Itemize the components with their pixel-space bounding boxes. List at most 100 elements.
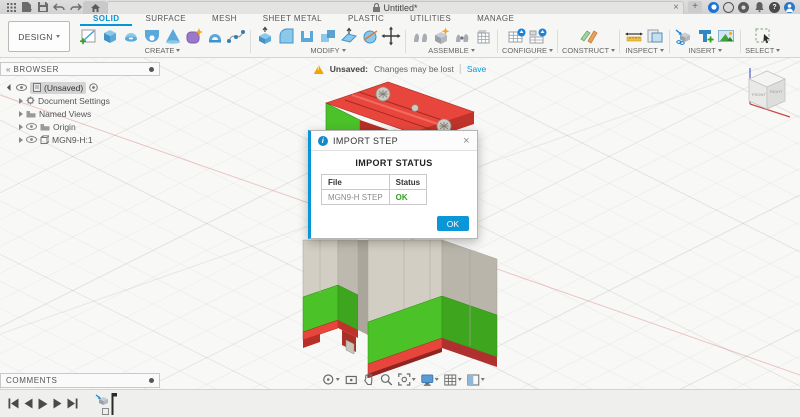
loft-icon[interactable] [163, 26, 183, 46]
press-pull-icon[interactable] [255, 26, 275, 46]
timeline-go-to-start-button[interactable] [8, 398, 19, 409]
tab-sheet-metal[interactable]: SHEET METAL [250, 14, 335, 26]
canvas-image-icon[interactable] [716, 26, 736, 46]
tab-solid[interactable]: SOLID [80, 14, 133, 26]
insert-derive-icon[interactable] [674, 26, 694, 46]
close-document-tab-icon[interactable]: × [673, 2, 679, 14]
import-status-heading: IMPORT STATUS [355, 158, 433, 168]
group-label-assemble[interactable]: ASSEMBLE [428, 46, 475, 57]
joint-icon[interactable] [410, 26, 430, 46]
notification-center-icon[interactable] [738, 1, 749, 13]
insert-mesh-icon[interactable] [695, 26, 715, 46]
tree-item-root[interactable]: (Unsaved) [6, 81, 160, 94]
group-label-inspect[interactable]: INSPECT [625, 46, 664, 57]
view-cube[interactable]: FRONT RIGHT [740, 62, 794, 120]
new-component-icon[interactable] [431, 26, 451, 46]
eye-icon[interactable] [16, 84, 27, 91]
timeline-play-button[interactable] [38, 398, 48, 410]
new-document-tab-button[interactable]: + [688, 1, 702, 13]
timeline-position-marker[interactable] [109, 392, 117, 415]
configure-features-icon[interactable] [528, 26, 548, 46]
expander-icon[interactable] [19, 110, 23, 117]
section-analysis-icon[interactable] [645, 26, 665, 46]
extensions-icon[interactable] [723, 1, 734, 13]
panel-options-icon[interactable] [149, 378, 154, 383]
tab-utilities[interactable]: UTILITIES [397, 14, 464, 26]
group-label-select[interactable]: SELECT [745, 46, 781, 57]
app-grid-icon[interactable] [3, 1, 19, 13]
move-copy-icon[interactable] [381, 26, 401, 46]
look-at-tool[interactable] [345, 373, 358, 386]
group-label-insert[interactable]: INSERT [688, 46, 722, 57]
browser-header[interactable]: «BROWSER [0, 62, 160, 76]
collapse-panel-icon[interactable]: « [6, 65, 11, 74]
select-icon[interactable] [753, 26, 773, 46]
file-menu-icon[interactable] [19, 1, 35, 13]
thicken-icon[interactable] [205, 26, 225, 46]
revolve-icon[interactable] [121, 26, 141, 46]
job-status-icon[interactable] [708, 1, 719, 13]
rigid-group-icon[interactable] [473, 26, 493, 46]
measure-icon[interactable] [624, 26, 644, 46]
tab-surface[interactable]: SURFACE [132, 14, 199, 26]
fillet-icon[interactable] [276, 26, 296, 46]
panel-options-icon[interactable] [149, 66, 154, 72]
eye-icon[interactable] [26, 136, 37, 143]
tree-item-document-settings[interactable]: Document Settings [8, 94, 160, 107]
save-link[interactable]: Save [467, 64, 486, 74]
expander-icon[interactable] [19, 123, 23, 130]
timeline-step-back-button[interactable] [24, 398, 33, 409]
tree-item-mgn9h[interactable]: MGN9-H:1 [8, 133, 160, 146]
user-avatar[interactable] [784, 1, 795, 13]
as-built-joint-icon[interactable] [452, 26, 472, 46]
create-form-icon[interactable] [184, 26, 204, 46]
tab-mesh[interactable]: MESH [199, 14, 250, 26]
extrude-icon[interactable] [100, 26, 120, 46]
create-sketch-icon[interactable] [79, 26, 99, 46]
timeline-go-to-end-button[interactable] [67, 398, 78, 409]
split-body-icon[interactable] [360, 26, 380, 46]
group-label-create[interactable]: CREATE [145, 46, 181, 57]
save-icon[interactable] [35, 1, 51, 13]
eye-icon[interactable] [26, 123, 37, 130]
zoom-tool[interactable] [380, 373, 393, 386]
combine-icon[interactable] [318, 26, 338, 46]
tree-item-named-views[interactable]: Named Views [8, 107, 160, 120]
shell-icon[interactable] [297, 26, 317, 46]
document-tab[interactable]: Untitled* × [107, 1, 684, 14]
redo-icon[interactable] [67, 1, 83, 13]
create-pipe-icon[interactable] [226, 26, 246, 46]
activate-radio-icon[interactable] [89, 83, 99, 92]
tab-plastic[interactable]: PLASTIC [335, 14, 397, 26]
group-label-configure[interactable]: CONFIGURE [502, 46, 553, 57]
expander-open-icon[interactable] [6, 83, 15, 92]
construction-plane-icon[interactable] [579, 26, 599, 46]
bell-icon[interactable] [751, 1, 767, 13]
ok-button[interactable]: OK [436, 216, 469, 231]
viewports[interactable] [467, 374, 485, 386]
timeline-step-forward-button[interactable] [53, 398, 62, 409]
grid-and-snaps[interactable] [444, 374, 462, 386]
timeline-add-group-icon[interactable] [102, 408, 109, 415]
expander-icon[interactable] [19, 97, 23, 104]
sweep-icon[interactable] [142, 26, 162, 46]
offset-face-icon[interactable] [339, 26, 359, 46]
pan-tool[interactable] [363, 373, 375, 386]
undo-icon[interactable] [51, 1, 67, 13]
orbit-tool[interactable] [322, 373, 340, 386]
configuration-table-icon[interactable] [507, 26, 527, 46]
tab-manage[interactable]: MANAGE [464, 14, 527, 26]
expander-icon[interactable] [19, 136, 23, 143]
dialog-close-icon[interactable]: × [463, 135, 470, 146]
workspace-selector[interactable]: DESIGN [8, 21, 70, 52]
3d-viewport[interactable]: Unsaved: Changes may be lost Save «BROWS… [0, 58, 800, 389]
home-tab[interactable] [83, 1, 107, 14]
fit-tool[interactable] [398, 373, 416, 386]
group-label-modify[interactable]: MODIFY [310, 46, 346, 57]
tree-item-origin[interactable]: Origin [8, 120, 160, 133]
display-settings[interactable] [421, 374, 439, 386]
dialog-title-bar[interactable]: i IMPORT STEP × [311, 131, 477, 151]
help-icon[interactable]: ? [769, 1, 780, 13]
comments-panel[interactable]: COMMENTS [0, 373, 160, 388]
group-label-construct[interactable]: CONSTRUCT [562, 46, 616, 57]
